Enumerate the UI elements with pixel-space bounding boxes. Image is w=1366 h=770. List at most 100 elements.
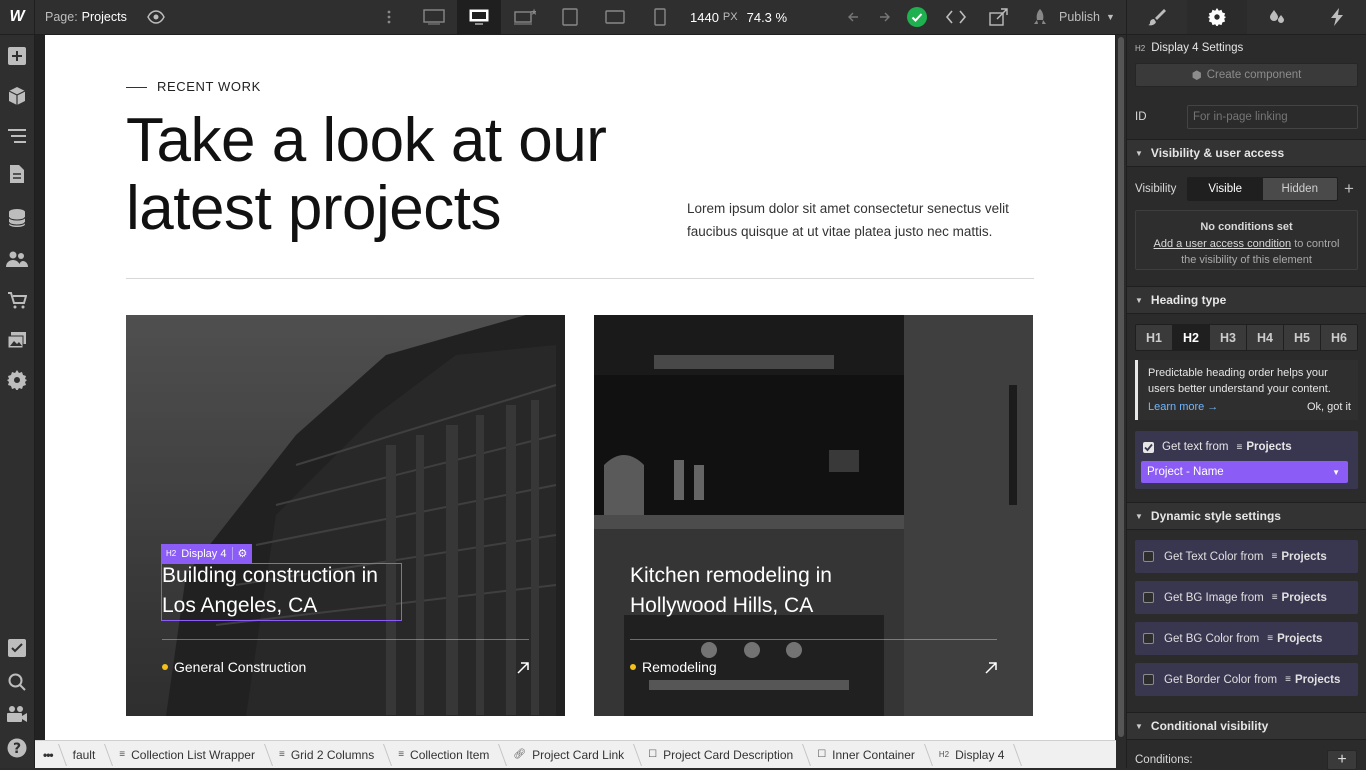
card-category[interactable]: Remodeling [630,659,717,675]
section-dynamic-style-header[interactable]: ▼ Dynamic style settings [1127,502,1366,530]
breadcrumb-item[interactable]: ≡ Collection List Wrapper [109,741,269,768]
search-icon[interactable] [6,671,28,693]
ok-got-it-button[interactable]: Ok, got it [1307,399,1351,415]
section-intro-text[interactable]: Lorem ipsum dolor sit amet consectetur s… [687,197,1009,243]
breakpoint-desktop-large-icon[interactable] [412,0,456,34]
audit-checklist-icon[interactable] [6,637,28,659]
breakpoint-mobile-landscape-icon[interactable] [593,0,637,34]
dynamic-text-color-row[interactable]: Get Text Color from ≡ Projects [1135,540,1358,573]
heading-option-h4[interactable]: H4 [1247,325,1284,350]
card-category[interactable]: General Construction [162,659,306,675]
left-sidebar: ? [0,35,35,768]
add-condition-plus-icon[interactable]: + [1344,179,1354,199]
stack-icon: ≡ [119,749,126,760]
heading-option-h6[interactable]: H6 [1321,325,1357,350]
breadcrumb-item[interactable]: ☐ Project Card Description [638,741,807,768]
selection-gear-icon[interactable]: ⚙ [232,547,247,560]
components-cube-icon[interactable] [6,85,28,107]
collection-name: Projects [1277,632,1323,645]
preview-eye-icon[interactable] [147,0,165,34]
get-text-checkbox-row[interactable]: Get text from ≡ Projects [1143,441,1292,453]
section-heading-type-header[interactable]: ▼ Heading type [1127,286,1366,314]
webflow-logo[interactable]: W [0,0,35,34]
help-icon[interactable]: ? [6,737,28,759]
tab-style-brush-icon[interactable] [1127,0,1187,34]
breadcrumb-item[interactable]: fault [63,741,110,768]
get-text-binding-box: Get text from ≡ Projects Project - Name … [1135,431,1358,489]
dynamic-border-color-checkbox[interactable] [1143,674,1154,685]
card-title-line-1: Kitchen remodeling in [630,564,832,587]
breadcrumb-more[interactable]: ••• [35,741,63,768]
section-headline[interactable]: Take a look at our latest projects [126,106,607,243]
learn-more-link[interactable]: Learn more → [1148,399,1218,415]
breakpoint-laptop-star-icon[interactable]: ★ [503,0,547,34]
code-icon[interactable] [945,0,967,34]
breakpoint-tablet-icon[interactable] [548,0,592,34]
heading-option-h2[interactable]: H2 [1173,325,1210,350]
section-visibility-header[interactable]: ▼ Visibility & user access [1127,139,1366,167]
id-input[interactable] [1187,105,1358,129]
card-title[interactable]: Kitchen remodeling in Hollywood Hills, C… [630,561,832,621]
undo-icon[interactable] [848,0,864,34]
publish-button[interactable]: Publish ▼ [1031,0,1115,34]
breadcrumb-item[interactable]: ≡ Collection Item [388,741,503,768]
breadcrumb-item[interactable]: ☐ Inner Container [807,741,929,768]
svg-text:★: ★ [530,8,536,17]
video-tutorials-icon[interactable] [6,703,28,725]
add-access-condition-link[interactable]: Add a user access condition [1154,238,1292,250]
add-panel-icon[interactable] [6,45,28,67]
building-photo [126,315,565,716]
chevron-down-icon: ▼ [1332,467,1340,477]
dynamic-border-color-row[interactable]: Get Border Color from ≡ Projects [1135,663,1358,696]
assets-images-icon[interactable] [6,329,28,351]
more-vertical-icon[interactable] [386,0,392,34]
settings-gear-icon[interactable] [6,369,28,391]
dynamic-bg-image-checkbox[interactable] [1143,592,1154,603]
add-condition-button[interactable]: + [1327,750,1357,770]
redo-icon[interactable] [874,0,890,34]
hidden-option[interactable]: Hidden [1262,178,1337,200]
heading-option-h5[interactable]: H5 [1284,325,1321,350]
selection-tag[interactable]: H2 Display 4 ⚙ [161,544,253,563]
dynamic-bg-color-row[interactable]: Get BG Color from ≡ Projects [1135,622,1358,655]
project-card[interactable]: Kitchen remodeling in Hollywood Hills, C… [594,315,1033,716]
tab-interactions-drops-icon[interactable] [1247,0,1307,34]
heading-option-h3[interactable]: H3 [1210,325,1247,350]
dynamic-text-color-checkbox[interactable] [1143,551,1154,562]
tab-settings-gear-icon[interactable] [1187,0,1247,34]
users-icon[interactable] [6,248,28,270]
breakpoint-desktop-icon[interactable] [457,0,501,34]
breadcrumb-item[interactable]: 🔗︎ Project Card Link [503,741,638,768]
dynamic-bg-image-row[interactable]: Get BG Image from ≡ Projects [1135,581,1358,614]
ecommerce-cart-icon[interactable] [6,289,28,311]
breakpoint-mobile-portrait-icon[interactable] [638,0,682,34]
create-component-label: Create component [1206,69,1302,81]
status-check-icon[interactable] [907,0,927,34]
conditions-label: Conditions: [1135,754,1193,766]
breadcrumb-item[interactable]: ≡ Grid 2 Columns [269,741,388,768]
cms-database-icon[interactable] [6,207,28,229]
breadcrumb-item[interactable]: H2 Display 4 [929,741,1019,768]
get-text-checkbox[interactable] [1143,441,1154,453]
navigator-icon[interactable] [6,125,28,147]
share-export-icon[interactable] [989,0,1009,34]
section-conditional-visibility-header[interactable]: ▼ Conditional visibility [1127,712,1366,740]
canvas-scrollbar[interactable] [1116,35,1126,740]
create-component-button[interactable]: ⬢ Create component [1135,63,1358,87]
dynamic-bg-color-checkbox[interactable] [1143,633,1154,644]
scrollbar-thumb[interactable] [1118,37,1124,737]
visible-option[interactable]: Visible [1188,178,1263,200]
arrow-up-right-icon [517,661,529,677]
pages-icon[interactable] [6,163,28,185]
section-divider [126,278,1034,279]
field-select[interactable]: Project - Name ▼ [1141,461,1348,483]
heading-option-h1[interactable]: H1 [1136,325,1173,350]
section-eyebrow[interactable]: RECENT WORK [157,79,261,94]
zoom-value: 74.3 % [746,9,788,25]
canvas-width-readout[interactable]: 1440 PX 74.3 % [690,0,787,34]
headline-line-1: Take a look at our [126,106,607,175]
tab-interactions-bolt-icon[interactable] [1307,0,1366,34]
visibility-toggle: Visible Hidden [1187,177,1338,201]
page-selector[interactable]: Page: Projects [45,0,127,34]
project-card[interactable]: Building construction in Los Angeles, CA… [126,315,565,716]
